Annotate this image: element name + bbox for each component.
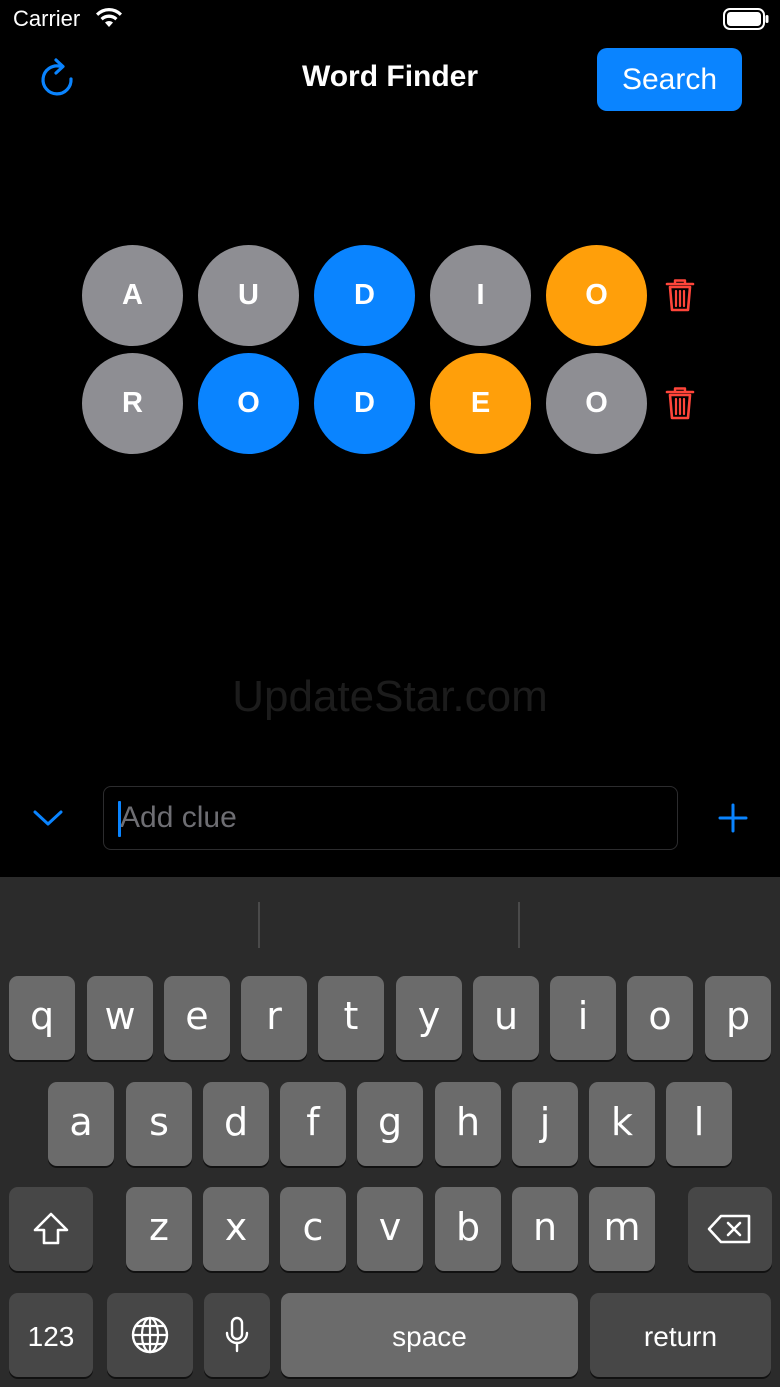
key-l[interactable]: l (666, 1082, 732, 1166)
clue-input[interactable]: Add clue (103, 786, 678, 850)
shift-icon (33, 1212, 69, 1245)
key-s[interactable]: s (126, 1082, 192, 1166)
letter-tile[interactable]: O (546, 245, 647, 346)
plus-icon (718, 803, 748, 833)
text-caret (118, 801, 121, 837)
key-z[interactable]: z (126, 1187, 192, 1271)
letter-tile[interactable]: O (546, 353, 647, 454)
key-m[interactable]: m (589, 1187, 655, 1271)
key-w[interactable]: w (87, 976, 153, 1060)
space-key-label: space (392, 1321, 467, 1352)
microphone-key[interactable] (204, 1293, 270, 1377)
carrier-label: Carrier (13, 6, 81, 31)
globe-key[interactable] (107, 1293, 193, 1377)
key-d[interactable]: d (203, 1082, 269, 1166)
numbers-key[interactable]: 123 (9, 1293, 93, 1377)
key-x[interactable]: x (203, 1187, 269, 1271)
trash-icon[interactable] (664, 385, 696, 421)
clue-input-placeholder: Add clue (120, 801, 237, 834)
key-j[interactable]: j (512, 1082, 578, 1166)
key-p[interactable]: p (705, 976, 771, 1060)
key-t[interactable]: t (318, 976, 384, 1060)
letter-tile[interactable]: U (198, 245, 299, 346)
return-key-label: return (643, 1321, 718, 1352)
suggestion-divider (258, 902, 260, 948)
key-v[interactable]: v (357, 1187, 423, 1271)
key-r[interactable]: r (241, 976, 307, 1060)
key-c[interactable]: c (280, 1187, 346, 1271)
search-button[interactable]: Search (597, 48, 742, 111)
letter-tile[interactable]: A (82, 245, 183, 346)
key-a[interactable]: a (48, 1082, 114, 1166)
key-y[interactable]: y (396, 976, 462, 1060)
key-u[interactable]: u (473, 976, 539, 1060)
backspace-icon (707, 1214, 751, 1244)
letter-tile[interactable]: O (198, 353, 299, 454)
key-b[interactable]: b (435, 1187, 501, 1271)
guess-row: R O D E O (82, 353, 712, 454)
add-clue-button[interactable] (716, 801, 750, 835)
key-q[interactable]: q (9, 976, 75, 1060)
globe-icon (131, 1316, 169, 1354)
key-g[interactable]: g (357, 1082, 423, 1166)
letter-tile[interactable]: D (314, 353, 415, 454)
watermark: UpdateStar.com (232, 672, 548, 721)
battery-icon (723, 8, 769, 30)
guess-row: A U D I O (82, 245, 712, 346)
numbers-key-label: 123 (27, 1321, 75, 1352)
backspace-key[interactable] (688, 1187, 772, 1271)
microphone-icon (225, 1316, 249, 1353)
trash-icon[interactable] (664, 277, 696, 313)
letter-tile[interactable]: R (82, 353, 183, 454)
key-n[interactable]: n (512, 1187, 578, 1271)
collapse-button[interactable] (30, 802, 66, 834)
letter-tile[interactable]: D (314, 245, 415, 346)
suggestion-divider (518, 902, 520, 948)
space-key[interactable]: space (281, 1293, 578, 1377)
key-k[interactable]: k (589, 1082, 655, 1166)
key-h[interactable]: h (435, 1082, 501, 1166)
letter-tile[interactable]: I (430, 245, 531, 346)
return-key[interactable]: return (590, 1293, 771, 1377)
wifi-icon (96, 7, 122, 27)
key-e[interactable]: e (164, 976, 230, 1060)
chevron-down-icon (33, 810, 63, 826)
status-bar: Carrier (0, 0, 780, 40)
key-f[interactable]: f (280, 1082, 346, 1166)
key-i[interactable]: i (550, 976, 616, 1060)
keyboard: q w e r t y u i o p a s d f g h j k l z … (0, 877, 780, 1387)
key-o[interactable]: o (627, 976, 693, 1060)
letter-tile[interactable]: E (430, 353, 531, 454)
shift-key[interactable] (9, 1187, 93, 1271)
